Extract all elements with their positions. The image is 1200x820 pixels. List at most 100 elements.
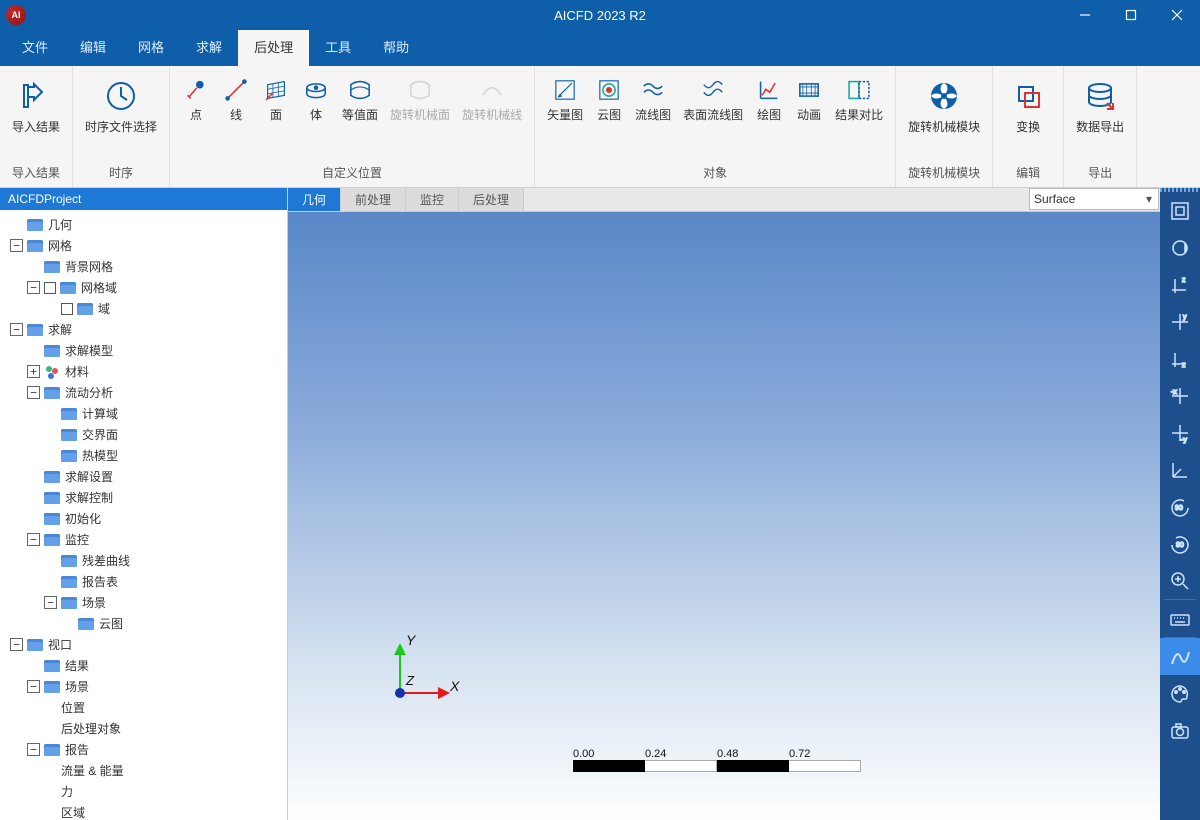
ribbon-btn-isosurface[interactable]: 等值面 xyxy=(336,72,384,126)
ribbon-group-label: 自定义位置 xyxy=(170,160,534,187)
maximize-button[interactable] xyxy=(1108,0,1154,30)
side-tool-zx[interactable]: z xyxy=(1160,340,1200,377)
tree-item-3[interactable]: −网格域 xyxy=(4,277,287,298)
tree-item-8[interactable]: −流动分析 xyxy=(4,382,287,403)
tree-item-2[interactable]: 背景网格 xyxy=(4,256,287,277)
menu-1[interactable]: 编辑 xyxy=(64,27,122,66)
folder-icon xyxy=(61,576,77,588)
tree-item-6[interactable]: 求解模型 xyxy=(4,340,287,361)
ribbon-btn-vector[interactable]: 矢量图 xyxy=(541,72,589,126)
collapse-icon[interactable]: − xyxy=(27,743,40,756)
svg-text:90: 90 xyxy=(1175,505,1183,512)
tree-item-27[interactable]: 力 xyxy=(4,781,287,802)
side-tool-rot-left[interactable]: 90 xyxy=(1160,488,1200,525)
folder-icon xyxy=(61,597,77,609)
tree-item-4[interactable]: 域 xyxy=(4,298,287,319)
minimize-button[interactable] xyxy=(1062,0,1108,30)
tree-item-7[interactable]: +材料 xyxy=(4,361,287,382)
tree-item-14[interactable]: 初始化 xyxy=(4,508,287,529)
tree-item-22[interactable]: −场景 xyxy=(4,676,287,697)
menu-5[interactable]: 工具 xyxy=(309,27,367,66)
collapse-icon[interactable]: − xyxy=(10,323,23,336)
side-tool-palette[interactable] xyxy=(1160,675,1200,712)
viewport-tab-preprocess[interactable]: 前处理 xyxy=(341,188,406,211)
viewport-tab-postprocess[interactable]: 后处理 xyxy=(459,188,524,211)
collapse-icon[interactable]: − xyxy=(27,680,40,693)
ribbon-btn-data-export[interactable]: 数据导出 xyxy=(1070,72,1130,138)
menu-3[interactable]: 求解 xyxy=(180,27,238,66)
collapse-icon[interactable]: − xyxy=(44,596,57,609)
menu-2[interactable]: 网格 xyxy=(122,27,180,66)
side-tool-flip-y[interactable]: -y xyxy=(1160,414,1200,451)
ribbon-btn-compare[interactable]: 结果对比 xyxy=(829,72,889,126)
tree-item-21[interactable]: 结果 xyxy=(4,655,287,676)
tree-item-26[interactable]: 流量 & 能量 xyxy=(4,760,287,781)
ribbon-btn-rot-module[interactable]: 旋转机械模块 xyxy=(902,72,986,138)
side-tool-yz[interactable]: y xyxy=(1160,303,1200,340)
ribbon-label: 体 xyxy=(310,108,322,122)
point-icon xyxy=(182,76,210,104)
ribbon-btn-transform[interactable]: 变换 xyxy=(999,72,1057,138)
viewport-canvas[interactable]: Y X Z 0.00 0.24 0.48 0.72 xyxy=(288,212,1160,820)
tree-item-5[interactable]: −求解 xyxy=(4,319,287,340)
side-tool-curve[interactable] xyxy=(1160,638,1200,675)
close-button[interactable] xyxy=(1154,0,1200,30)
side-tool-keyboard[interactable] xyxy=(1160,600,1200,637)
ribbon-btn-plot[interactable]: 绘图 xyxy=(749,72,789,126)
tree-item-13[interactable]: 求解控制 xyxy=(4,487,287,508)
ribbon-btn-surface[interactable]: 面 xyxy=(256,72,296,126)
side-tool-fit[interactable] xyxy=(1160,192,1200,229)
tree-item-0[interactable]: 几何 xyxy=(4,214,287,235)
tree-label: 后处理对象 xyxy=(61,720,121,737)
tree-item-9[interactable]: 计算域 xyxy=(4,403,287,424)
ribbon-btn-body[interactable]: 体 xyxy=(296,72,336,126)
tree-item-11[interactable]: 热模型 xyxy=(4,445,287,466)
tree-item-15[interactable]: −监控 xyxy=(4,529,287,550)
expand-icon[interactable]: + xyxy=(27,365,40,378)
folder-icon xyxy=(61,555,77,567)
display-mode-select[interactable]: Surface xyxy=(1029,188,1159,210)
viewport-tab-geometry[interactable]: 几何 xyxy=(288,188,341,211)
tree-item-24[interactable]: 后处理对象 xyxy=(4,718,287,739)
tree-item-16[interactable]: 残差曲线 xyxy=(4,550,287,571)
ribbon-btn-streamline[interactable]: 流线图 xyxy=(629,72,677,126)
side-tool-zoom[interactable] xyxy=(1160,562,1200,599)
side-tool-camera[interactable] xyxy=(1160,712,1200,749)
menu-4[interactable]: 后处理 xyxy=(238,27,309,66)
side-tool-xy[interactable]: z xyxy=(1160,266,1200,303)
collapse-icon[interactable]: − xyxy=(27,386,40,399)
ribbon-btn-import-results[interactable]: 导入结果 xyxy=(6,72,66,138)
menu-6[interactable]: 帮助 xyxy=(367,27,425,66)
tree-item-1[interactable]: −网格 xyxy=(4,235,287,256)
collapse-icon[interactable]: − xyxy=(10,239,23,252)
tree-item-23[interactable]: 位置 xyxy=(4,697,287,718)
ribbon-btn-time-file-select[interactable]: 时序文件选择 xyxy=(79,72,163,138)
tree-label: 区域 xyxy=(61,804,85,820)
ribbon-btn-contour[interactable]: 云图 xyxy=(589,72,629,126)
tree-item-28[interactable]: 区域 xyxy=(4,802,287,820)
collapse-icon[interactable]: − xyxy=(10,638,23,651)
side-tool-rot-right[interactable]: 90 xyxy=(1160,525,1200,562)
ribbon-btn-surf-stream[interactable]: 表面流线图 xyxy=(677,72,749,126)
tree-item-17[interactable]: 报告表 xyxy=(4,571,287,592)
side-tool-rotate[interactable] xyxy=(1160,229,1200,266)
menu-0[interactable]: 文件 xyxy=(6,27,64,66)
side-tool-axes[interactable] xyxy=(1160,451,1200,488)
ribbon-btn-animation[interactable]: 动画 xyxy=(789,72,829,126)
tree-item-18[interactable]: −场景 xyxy=(4,592,287,613)
viewport-tab-monitor[interactable]: 监控 xyxy=(406,188,459,211)
ribbon-btn-point[interactable]: 点 xyxy=(176,72,216,126)
tree-item-19[interactable]: 云图 xyxy=(4,613,287,634)
tree-body[interactable]: 几何−网格背景网格−网格域域−求解求解模型+材料−流动分析计算域交界面热模型求解… xyxy=(0,210,287,820)
tree-header[interactable]: AICFDProject xyxy=(0,188,287,210)
tree-item-12[interactable]: 求解设置 xyxy=(4,466,287,487)
collapse-icon[interactable]: − xyxy=(27,281,40,294)
side-tool-flip-x[interactable]: -x xyxy=(1160,377,1200,414)
ribbon-btn-line[interactable]: 线 xyxy=(216,72,256,126)
tree-item-20[interactable]: −视口 xyxy=(4,634,287,655)
checkbox[interactable] xyxy=(61,303,73,315)
tree-item-25[interactable]: −报告 xyxy=(4,739,287,760)
tree-item-10[interactable]: 交界面 xyxy=(4,424,287,445)
checkbox[interactable] xyxy=(44,282,56,294)
collapse-icon[interactable]: − xyxy=(27,533,40,546)
